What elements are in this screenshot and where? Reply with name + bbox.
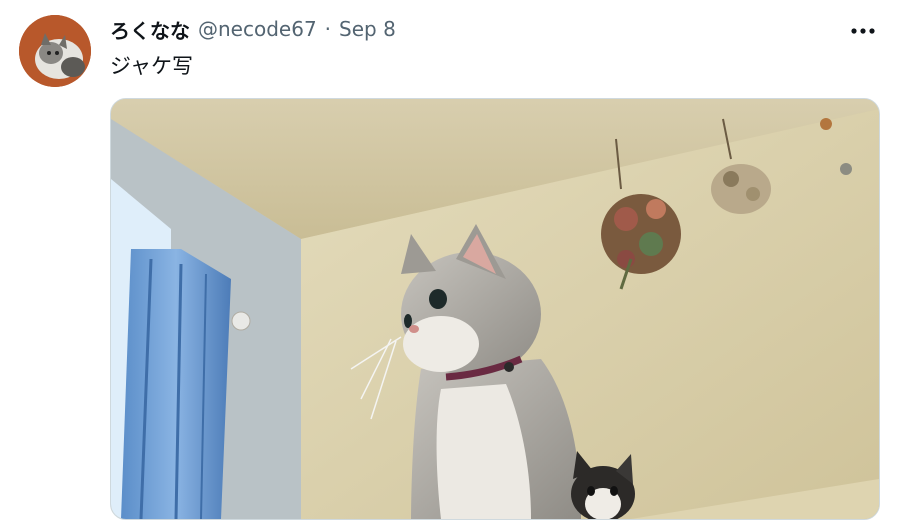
author-handle[interactable]: @necode67 bbox=[198, 17, 317, 41]
separator-dot: · bbox=[324, 17, 332, 41]
more-horizontal-icon bbox=[851, 28, 875, 34]
tweet-date[interactable]: Sep 8 bbox=[339, 17, 396, 41]
author-name[interactable]: ろくなな bbox=[110, 15, 190, 44]
tweet-photo[interactable] bbox=[110, 98, 880, 520]
tweet-header: ろくなな @necode67 · Sep 8 bbox=[110, 14, 396, 44]
author-avatar[interactable] bbox=[19, 15, 91, 87]
cat-photo-illustration bbox=[111, 99, 879, 519]
more-button[interactable] bbox=[846, 20, 880, 42]
tweet-text: ジャケ写 bbox=[110, 54, 193, 78]
